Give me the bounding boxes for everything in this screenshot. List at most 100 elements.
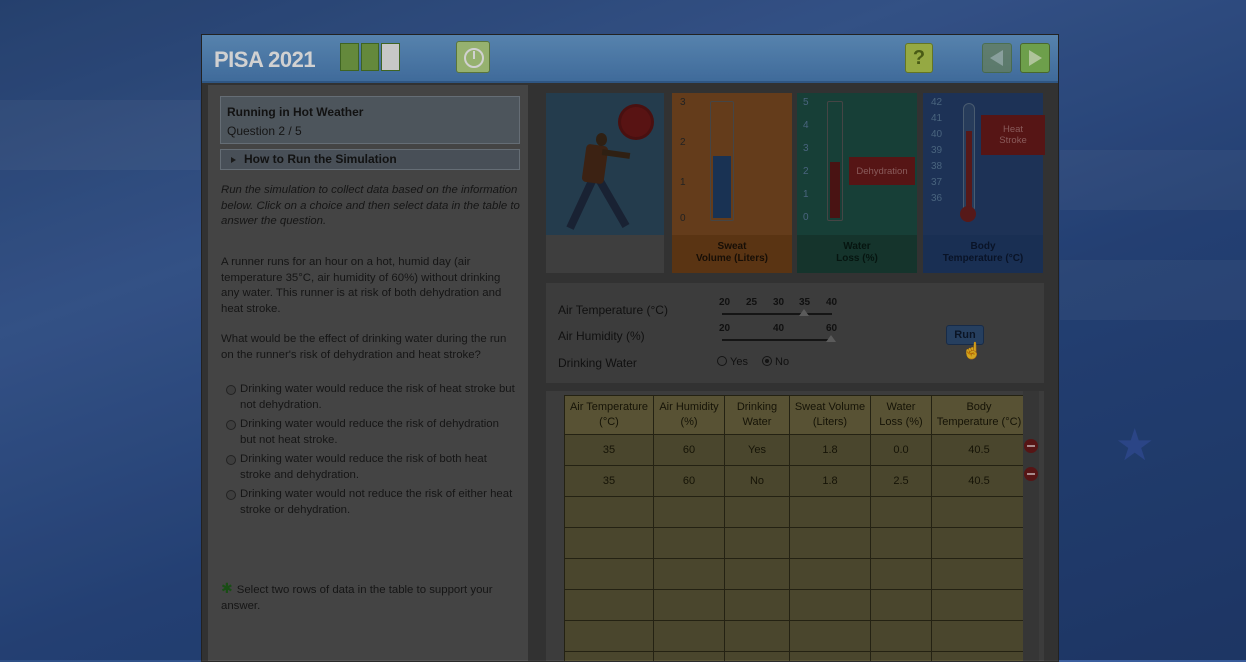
question-prompt: What would be the effect of drinking wat… — [221, 332, 521, 363]
progress-segment — [361, 43, 380, 71]
table-cell[interactable]: 60 — [654, 466, 725, 497]
table-cell[interactable]: 40.5 — [932, 435, 1027, 466]
table-cell[interactable]: 60 — [654, 435, 725, 466]
table-cell[interactable]: Yes — [725, 435, 790, 466]
delete-row-icon[interactable] — [1024, 467, 1038, 481]
heat-stroke-line2: Stroke — [999, 135, 1026, 146]
table-cell — [790, 652, 871, 662]
gauge-tick: 4 — [803, 120, 809, 131]
table-cell — [871, 559, 932, 590]
mercury-level — [966, 131, 972, 212]
help-icon[interactable]: ? — [905, 43, 933, 73]
gauge-tick: 41 — [931, 113, 942, 124]
gauge-tick: 1 — [803, 189, 809, 200]
table-header-row: Air Temperature(°C) Air Humidity(%) Drin… — [565, 396, 1027, 435]
radio-icon[interactable] — [226, 455, 236, 465]
sweat-volume-label: SweatVolume (Liters) — [672, 235, 792, 273]
table-cell[interactable]: 1.8 — [790, 466, 871, 497]
table-cell — [871, 621, 932, 652]
air-humidity-slider-thumb[interactable] — [826, 335, 836, 342]
air-temperature-slider[interactable] — [722, 313, 832, 315]
table-cell — [932, 497, 1027, 528]
body-temperature-label: BodyTemperature (°C) — [923, 235, 1043, 273]
answer-option[interactable]: Drinking water would reduce the risk of … — [226, 417, 516, 448]
simulation-panel: 3 2 1 0 SweatVolume (Liters) 5 4 3 2 1 0… — [534, 85, 1058, 661]
air-humidity-label: Air Humidity (%) — [558, 329, 645, 343]
how-to-run-label: How to Run the Simulation — [244, 152, 397, 166]
gauge-tick: 1 — [680, 177, 686, 188]
column-header-line2: (%) — [680, 416, 697, 428]
table-cell — [932, 621, 1027, 652]
progress-indicator — [340, 43, 400, 71]
table-cell — [725, 652, 790, 662]
table-cell[interactable]: 35 — [565, 466, 654, 497]
simulation-controls: Air Temperature (°C) 20 25 30 35 40 Air … — [546, 283, 1044, 383]
heat-stroke-marker: HeatStroke — [981, 115, 1045, 155]
radio-selected-icon[interactable] — [762, 356, 772, 366]
gauge-tick: 2 — [803, 166, 809, 177]
answer-option[interactable]: Drinking water would reduce the risk of … — [226, 452, 516, 483]
table-cell — [654, 590, 725, 621]
water-loss-gauge: 5 4 3 2 1 0 Dehydration WaterLoss (%) — [797, 93, 917, 273]
clock-hand — [473, 51, 475, 59]
next-button[interactable] — [1020, 43, 1050, 73]
table-cell — [932, 590, 1027, 621]
radio-icon[interactable] — [226, 490, 236, 500]
scenario-text: A runner runs for an hour on a hot, humi… — [221, 255, 521, 317]
column-header-line2: Water — [743, 416, 772, 428]
table-cell — [725, 621, 790, 652]
table-cell — [565, 652, 654, 662]
air-humidity-slider[interactable] — [722, 339, 832, 341]
table-cell — [565, 590, 654, 621]
body-label-line2: Temperature (°C) — [943, 253, 1024, 264]
drinking-water-no[interactable]: No — [762, 356, 789, 368]
table-row[interactable]: 35 60 No 1.8 2.5 40.5 — [565, 466, 1027, 497]
table-cell — [654, 559, 725, 590]
timer-icon[interactable] — [456, 41, 490, 73]
table-cell[interactable]: 0.0 — [871, 435, 932, 466]
column-header: WaterLoss (%) — [871, 396, 932, 435]
water-loss-label: WaterLoss (%) — [797, 235, 917, 273]
progress-segment — [340, 43, 359, 71]
table-cell[interactable]: 40.5 — [932, 466, 1027, 497]
answer-option[interactable]: Drinking water would not reduce the risk… — [226, 487, 516, 518]
table-cell — [565, 528, 654, 559]
gauge-tick: 3 — [680, 97, 686, 108]
sweat-label-line2: Volume (Liters) — [696, 253, 768, 264]
air-temperature-slider-thumb[interactable] — [799, 309, 809, 316]
table-cell[interactable]: 2.5 — [871, 466, 932, 497]
gauge-tick: 39 — [931, 145, 942, 156]
water-label-line1: Water — [843, 241, 870, 252]
drinking-no-label: No — [775, 356, 789, 368]
table-cell — [790, 621, 871, 652]
sweat-level — [713, 156, 731, 218]
table-cell[interactable]: No — [725, 466, 790, 497]
radio-icon[interactable] — [717, 356, 727, 366]
table-row-empty — [565, 559, 1027, 590]
drinking-water-yes[interactable]: Yes — [717, 356, 748, 368]
column-header: DrinkingWater — [725, 396, 790, 435]
column-header: Sweat Volume(Liters) — [790, 396, 871, 435]
scale-label: 20 — [719, 297, 730, 308]
previous-button[interactable] — [982, 43, 1012, 73]
column-header: BodyTemperature (°C) — [932, 396, 1027, 435]
gauge-tick: 42 — [931, 97, 942, 108]
table-cell — [790, 590, 871, 621]
delete-row-icon[interactable] — [1024, 439, 1038, 453]
table-cell — [871, 652, 932, 662]
table-cell — [932, 652, 1027, 662]
how-to-run-toggle[interactable]: How to Run the Simulation — [220, 149, 520, 170]
table-row[interactable]: 35 60 Yes 1.8 0.0 40.5 — [565, 435, 1027, 466]
table-cell — [725, 559, 790, 590]
table-scrollbar[interactable] — [1023, 391, 1039, 661]
radio-icon[interactable] — [226, 420, 236, 430]
table-cell[interactable]: 1.8 — [790, 435, 871, 466]
table-cell[interactable]: 35 — [565, 435, 654, 466]
radio-icon[interactable] — [226, 385, 236, 395]
answer-option[interactable]: Drinking water would reduce the risk of … — [226, 382, 516, 413]
table-cell — [871, 497, 932, 528]
measuring-cylinder — [710, 101, 734, 221]
thermometer-bulb — [960, 206, 976, 222]
table-cell — [790, 497, 871, 528]
heat-stroke-line1: Heat — [1003, 124, 1023, 135]
